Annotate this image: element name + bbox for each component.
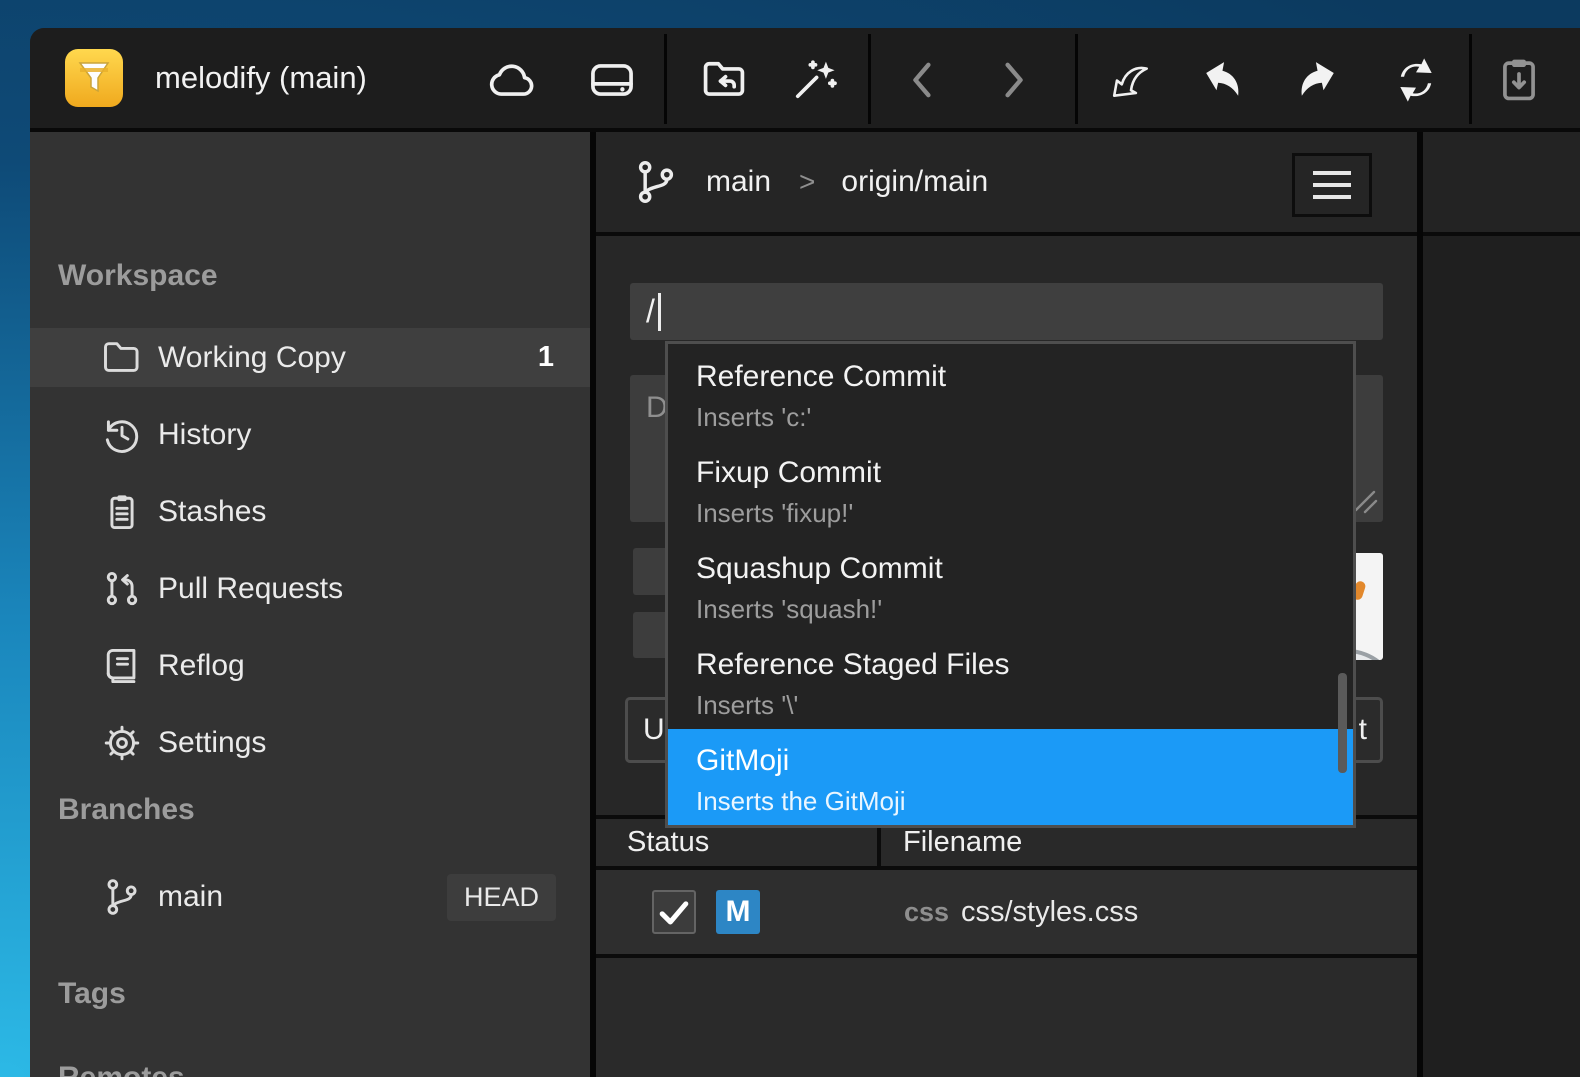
hamburger-line [1313,183,1351,187]
sidebar: Workspace Working Copy 1 History Stashes [30,132,590,1077]
sidebar-item-stashes[interactable]: Stashes [30,482,590,541]
sidebar-item-label: Stashes [158,495,266,529]
clipboard-icon [100,490,144,534]
journal-icon [100,644,144,688]
folder-icon [100,336,144,380]
head-badge: HEAD [447,874,556,921]
pull-request-icon [100,567,144,611]
sidebar-item-label: Pull Requests [158,572,343,606]
history-icon [100,413,144,457]
stage-checkbox[interactable] [652,890,696,934]
autocomplete-item[interactable]: Reference Staged Files Inserts '\' [668,633,1353,729]
toolbar-separator [1469,34,1472,124]
stash-pop-icon[interactable] [1493,54,1545,106]
commit-button-label: t [1359,713,1367,746]
sidebar-section-tags: Tags [58,972,126,1016]
sidebar-item-label: Reflog [158,649,245,683]
nav-forward-icon[interactable] [987,54,1039,106]
working-copy-count-badge: 1 [538,341,554,374]
sidebar-item-reflog[interactable]: Reflog [30,636,590,695]
sync-icon[interactable] [1390,54,1442,106]
desktop: { "window": { "title": "melodify (main)"… [0,0,1580,1077]
unstage-button-label: U [643,713,665,746]
branch-header: main > origin/main [596,132,1417,236]
autocomplete-item-title: Fixup Commit [696,451,1353,494]
cloud-icon[interactable] [486,54,538,106]
breadcrumb-branch[interactable]: main [706,165,771,199]
breadcrumb-separator: > [799,166,815,198]
sidebar-item-branch-main[interactable]: main HEAD [30,866,590,928]
text-caret [658,293,661,331]
magic-wand-icon[interactable] [788,54,840,106]
git-branch-icon [100,875,144,919]
git-branch-icon [630,156,682,208]
sidebar-item-label: Settings [158,726,266,760]
autocomplete-item-title: Reference Commit [696,355,1353,398]
push-icon[interactable] [1291,54,1343,106]
pull-outline-icon[interactable] [1105,54,1157,106]
autocomplete-item-title: Squashup Commit [696,547,1353,590]
right-panel-header [1423,132,1580,236]
toolbar-separator [664,34,667,124]
autocomplete-item-subtitle: Inserts the GitMoji [696,782,1353,820]
commit-summary-value: / [646,293,655,330]
sidebar-section-workspace: Workspace [58,254,218,298]
hamburger-line [1313,195,1351,199]
breadcrumb-upstream[interactable]: origin/main [841,165,988,199]
sidebar-item-working-copy[interactable]: Working Copy 1 [30,328,590,387]
app-window: melodify (main) [30,28,1580,1077]
dropdown-scrollbar-thumb[interactable] [1338,673,1347,773]
title-bar: melodify (main) [30,28,1580,128]
toolbar-separator [1075,34,1078,124]
checkmark-icon [654,892,694,932]
sidebar-item-history[interactable]: History [30,405,590,464]
autocomplete-item[interactable]: Fixup Commit Inserts 'fixup!' [668,440,1353,536]
modified-status-badge: M [716,890,760,934]
sidebar-item-label: History [158,418,251,452]
autocomplete-item-subtitle: Inserts 'fixup!' [696,494,1353,532]
autocomplete-item-subtitle: Inserts 'c:' [696,398,1353,436]
right-panel [1423,132,1580,1077]
hard-drive-icon[interactable] [586,54,638,106]
sidebar-section-remotes: Remotes [58,1056,185,1077]
sidebar-item-label: Working Copy [158,341,346,375]
nav-back-icon[interactable] [897,54,949,106]
sidebar-section-branches: Branches [58,788,195,832]
file-type-label: css [904,870,949,954]
autocomplete-item[interactable]: Reference Commit Inserts 'c:' [668,344,1353,440]
commit-autocomplete-dropdown: Reference Commit Inserts 'c:' Fixup Comm… [665,341,1356,828]
window-title: melodify (main) [155,28,367,128]
autocomplete-item-title: GitMoji [696,739,1353,782]
sidebar-item-label: main [158,880,223,914]
pull-icon[interactable] [1197,54,1249,106]
app-icon [65,49,123,107]
open-folder-icon[interactable] [698,54,750,106]
staged-file-row[interactable]: M css css/styles.css [596,870,1417,954]
sidebar-item-pull-requests[interactable]: Pull Requests [30,559,590,618]
gear-icon [100,721,144,765]
autocomplete-item-title: Reference Staged Files [696,643,1353,686]
hamburger-menu-button[interactable] [1292,153,1372,217]
merge-funnel-icon [72,56,116,100]
sidebar-item-settings[interactable]: Settings [30,713,590,772]
hamburger-line [1313,171,1351,175]
main-pane: main > origin/main / D U [596,132,1417,1077]
autocomplete-item-subtitle: Inserts '\' [696,686,1353,724]
commit-summary-input[interactable]: / [630,283,1383,340]
autocomplete-item[interactable]: Squashup Commit Inserts 'squash!' [668,536,1353,632]
toolbar-separator [868,34,871,124]
autocomplete-item-subtitle: Inserts 'squash!' [696,590,1353,628]
autocomplete-item-selected[interactable]: GitMoji Inserts the GitMoji [668,729,1353,825]
file-name: css/styles.css [961,870,1138,954]
file-table-empty-area [596,958,1417,1077]
